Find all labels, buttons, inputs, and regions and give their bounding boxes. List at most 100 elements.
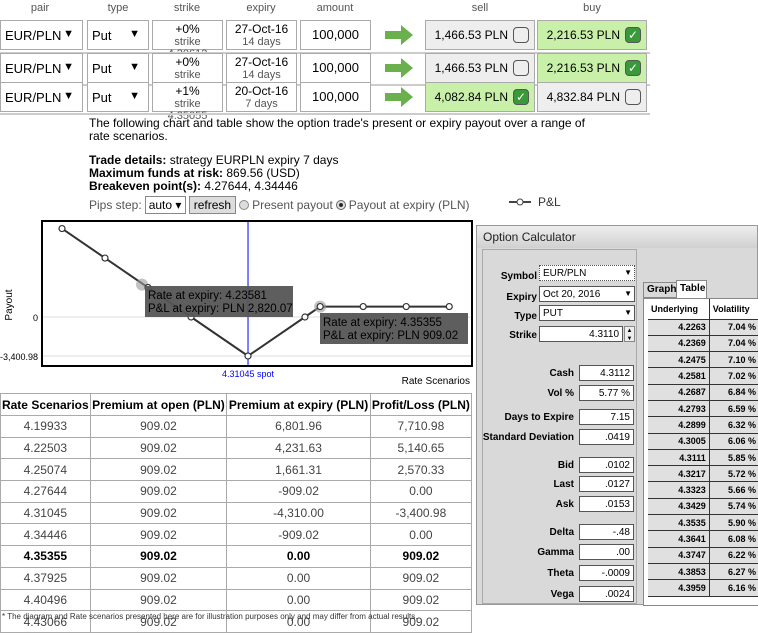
calc-field-input[interactable]: 5.77 %	[579, 385, 634, 401]
volatility-cell: 6.59 %	[709, 400, 758, 418]
amount-input[interactable]: 100,000	[300, 82, 371, 112]
y-tick-label: 0	[33, 313, 38, 323]
underlying-cell: 4.3535	[648, 514, 710, 532]
type-label: Type	[514, 311, 537, 322]
calc-field-input[interactable]: .0153	[579, 496, 634, 512]
grid-row: 4.3429 5.74 %	[648, 498, 758, 516]
column-header[interactable]: Profit/Loss (PLN)	[369, 393, 473, 416]
strike-spinner[interactable]: ▲ ▼	[624, 326, 635, 342]
grid-row: 4.2369 7.04 %	[648, 335, 758, 353]
strike-input[interactable]: 4.3110	[539, 326, 623, 342]
underlying-cell: 4.2581	[648, 367, 710, 385]
checkbox-icon[interactable]	[513, 60, 529, 76]
expiry-cell[interactable]: 20-Oct-16 7 days	[226, 82, 297, 112]
dropdown-arrow-icon: ▼	[624, 308, 632, 317]
sell-price-button[interactable]: 1,466.53 PLN	[425, 20, 535, 50]
expiry-select[interactable]: Oct 20, 2016 ▼	[539, 286, 635, 302]
header-pair: pair	[30, 2, 50, 14]
calc-field-input[interactable]: .0127	[579, 476, 634, 492]
table-row: 4.40496 909.02 0.00 909.02	[0, 588, 473, 612]
calc-field-input[interactable]: .0419	[579, 429, 634, 445]
dropdown-arrow-icon: ▼	[624, 289, 632, 298]
sell-price-button[interactable]: 1,466.53 PLN	[425, 53, 535, 83]
data-point	[316, 302, 324, 311]
column-header[interactable]: Premium at expiry (PLN)	[226, 393, 371, 416]
grid-row: 4.3005 6.06 %	[648, 433, 758, 450]
calc-field-label: Standard Deviation	[482, 432, 574, 443]
dropdown-arrow-icon: ▼	[129, 90, 140, 102]
checkbox-icon[interactable]	[513, 27, 529, 43]
data-point	[402, 302, 410, 311]
strike-cell[interactable]: +0%strike 4.30612	[152, 20, 223, 60]
table-cell: 909.02	[369, 545, 473, 568]
type-select[interactable]: Put ▼	[87, 20, 149, 50]
header-strike: strike	[173, 2, 201, 14]
pair-select[interactable]: EUR/PLN ▼	[0, 82, 83, 112]
strike-cell[interactable]: +1% strike 4.35055	[152, 82, 223, 122]
checkbox-checked-icon[interactable]: ✓	[625, 60, 641, 76]
volatility-cell: 6.32 %	[709, 416, 758, 434]
calc-field-input[interactable]: -.0009	[579, 565, 634, 581]
buy-price-button[interactable]: 4,832.84 PLN	[537, 82, 647, 112]
calc-field-input[interactable]: .00	[579, 544, 634, 560]
type-select[interactable]: Put ▼	[87, 82, 149, 112]
dropdown-arrow-icon: ▼	[63, 28, 74, 40]
checkbox-checked-icon[interactable]: ✓	[513, 89, 529, 105]
checkbox-icon[interactable]	[625, 89, 641, 105]
symbol-select[interactable]: EUR/PLN ▼	[539, 265, 635, 281]
table-cell: 2,570.33	[369, 458, 473, 482]
divider	[0, 113, 650, 115]
header-sell: sell	[471, 2, 489, 14]
table-cell: -3,400.98	[369, 501, 473, 525]
calc-field-input[interactable]: .0102	[579, 457, 634, 473]
calc-field-label: Vega	[550, 589, 574, 600]
tooltip-pl: P&L at expiry: PLN 909.02	[323, 330, 458, 342]
sell-price-button[interactable]: 4,082.84 PLN ✓	[425, 82, 535, 112]
grid-header[interactable]: Volatility	[709, 299, 758, 320]
strike-cell[interactable]: +0%strike 4.30612	[152, 53, 223, 93]
grid-row: 4.2475 7.10 %	[648, 351, 758, 369]
amount-input[interactable]: 100,000	[300, 53, 371, 83]
header-type: type	[107, 2, 129, 14]
calc-field-input[interactable]: 4.3112	[579, 365, 634, 381]
type-select[interactable]: Put ▼	[87, 53, 149, 83]
grid-row: 4.3111 5.85 %	[648, 449, 758, 467]
grid-row: 4.3323 5.66 %	[648, 481, 758, 499]
table-cell: 909.02	[89, 415, 228, 438]
column-header[interactable]: Premium at open (PLN)	[89, 393, 228, 416]
table-cell: 909.02	[369, 566, 473, 590]
checkbox-checked-icon[interactable]: ✓	[625, 27, 641, 43]
calc-field-input[interactable]: 7.15	[579, 409, 634, 425]
pair-select[interactable]: EUR/PLN ▼	[0, 53, 83, 83]
underlying-cell: 4.2687	[648, 384, 710, 401]
type-value: PUT	[543, 308, 563, 319]
grid-header[interactable]: Underlying	[648, 299, 710, 320]
calc-field-label: Cash	[549, 368, 574, 379]
calc-field-label: Delta	[549, 527, 574, 538]
arrow-right-icon	[385, 87, 413, 107]
table-cell: -909.02	[226, 480, 371, 503]
table-cell: 909.02	[89, 545, 228, 568]
calc-field-label: Last	[553, 479, 574, 490]
type-select[interactable]: PUT ▼	[539, 305, 635, 321]
buy-price-button[interactable]: 2,216.53 PLN ✓	[537, 53, 647, 83]
tab-graph[interactable]: Graph	[643, 282, 677, 298]
calc-field-input[interactable]: -.48	[579, 524, 634, 540]
buy-price-button[interactable]: 2,216.53 PLN ✓	[537, 20, 647, 50]
table-row: 4.27644 909.02 -909.02 0.00	[0, 480, 473, 503]
volatility-cell: 7.04 %	[709, 335, 758, 353]
data-point	[58, 224, 66, 233]
calc-field-input[interactable]: .0024	[579, 586, 634, 602]
expiry-cell[interactable]: 27-Oct-16 14 days	[226, 53, 297, 83]
pair-select[interactable]: EUR/PLN ▼	[0, 20, 83, 50]
volatility-cell: 5.74 %	[709, 498, 758, 516]
grid-row: 4.3853 6.27 %	[648, 563, 758, 581]
tab-table[interactable]: Table	[676, 280, 707, 298]
column-header[interactable]: Rate Scenarios	[0, 393, 91, 416]
table-cell: 7,710.98	[369, 415, 473, 438]
expiry-cell[interactable]: 27-Oct-16 14 days	[226, 20, 297, 50]
trade-row: EUR/PLN ▼ Put ▼ +1% strike 4.35055 20-Oct-1…	[0, 82, 650, 122]
amount-input[interactable]: 100,000	[300, 20, 371, 50]
volatility-cell: 6.84 %	[709, 384, 758, 401]
calc-field-label: Vol %	[547, 388, 574, 399]
